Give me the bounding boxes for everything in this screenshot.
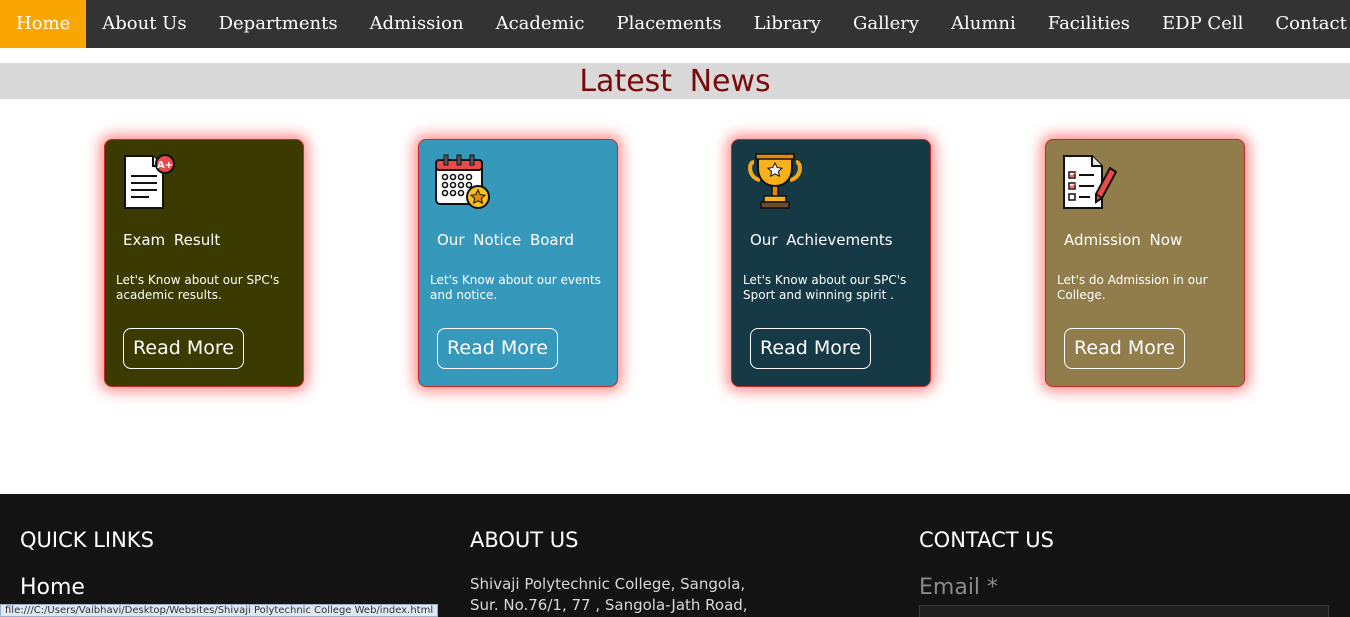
nav-edp-cell[interactable]: EDP Cell bbox=[1146, 0, 1259, 48]
nav-library[interactable]: Library bbox=[738, 0, 837, 48]
footer-link-home[interactable]: Home bbox=[20, 575, 85, 600]
card-title: Exam Result bbox=[123, 231, 221, 249]
email-label: Email * bbox=[919, 575, 999, 600]
card-title: Our Achievements bbox=[750, 231, 893, 249]
svg-text:A+: A+ bbox=[157, 160, 173, 171]
read-more-button[interactable]: Read More bbox=[750, 328, 871, 369]
top-nav: Home About Us Departments Admission Acad… bbox=[0, 0, 1350, 48]
card-text: Let's Know about our SPC's academic resu… bbox=[116, 273, 280, 302]
nav-academic[interactable]: Academic bbox=[480, 0, 601, 48]
card-text: Let's Know about our events and notice. bbox=[430, 273, 601, 302]
card-admission: Admission Now Let's do Admission in our … bbox=[1045, 139, 1245, 387]
nav-contact[interactable]: Contact bbox=[1259, 0, 1350, 48]
nav-home[interactable]: Home bbox=[0, 0, 87, 48]
nav-departments[interactable]: Departments bbox=[203, 0, 354, 48]
about-address: Shivaji Polytechnic College, Sangola, Su… bbox=[470, 574, 748, 616]
about-us-heading: ABOUT US bbox=[470, 528, 579, 552]
nav-gallery[interactable]: Gallery bbox=[837, 0, 935, 48]
nav-placements[interactable]: Placements bbox=[600, 0, 737, 48]
quick-links-heading: QUICK LINKS bbox=[20, 528, 154, 552]
nav-alumni[interactable]: Alumni bbox=[935, 0, 1032, 48]
nav-about-us[interactable]: About Us bbox=[86, 0, 202, 48]
read-more-button[interactable]: Read More bbox=[437, 328, 558, 369]
latest-news-title: Latest News bbox=[579, 64, 771, 99]
card-text: Let's do Admission in our College. bbox=[1057, 273, 1208, 302]
about-line: Shivaji Polytechnic College, Sangola, bbox=[470, 575, 746, 593]
card-title: Our Notice Board bbox=[437, 231, 575, 249]
read-more-button[interactable]: Read More bbox=[123, 328, 244, 369]
footer: QUICK LINKS Home ABOUT US Shivaji Polyte… bbox=[0, 494, 1350, 617]
exam-result-icon: A+ bbox=[124, 154, 175, 209]
card-notice-board: Our Notice Board Let's Know about our ev… bbox=[418, 139, 618, 387]
browser-status-bar: file:///C:/Users/Vaibhavi/Desktop/Websit… bbox=[0, 604, 439, 617]
card-title: Admission Now bbox=[1064, 231, 1183, 249]
email-input[interactable] bbox=[919, 605, 1329, 617]
nav-admission[interactable]: Admission bbox=[354, 0, 480, 48]
nav-facilities[interactable]: Facilities bbox=[1032, 0, 1146, 48]
admission-form-icon bbox=[1063, 155, 1118, 209]
about-line: Sur. No.76/1, 77 , Sangola-Jath Road, bbox=[470, 596, 748, 614]
contact-us-heading: CONTACT US bbox=[919, 528, 1054, 552]
card-achievements: Our Achievements Let's Know about our SP… bbox=[731, 139, 931, 387]
trophy-icon bbox=[748, 153, 802, 209]
read-more-button[interactable]: Read More bbox=[1064, 328, 1185, 369]
latest-news-banner: Latest News bbox=[0, 63, 1350, 99]
card-exam-result: A+ Exam Result Let's Know about our SPC'… bbox=[104, 139, 304, 387]
calendar-icon bbox=[435, 154, 490, 209]
card-text: Let's Know about our SPC's Sport and win… bbox=[743, 273, 907, 302]
